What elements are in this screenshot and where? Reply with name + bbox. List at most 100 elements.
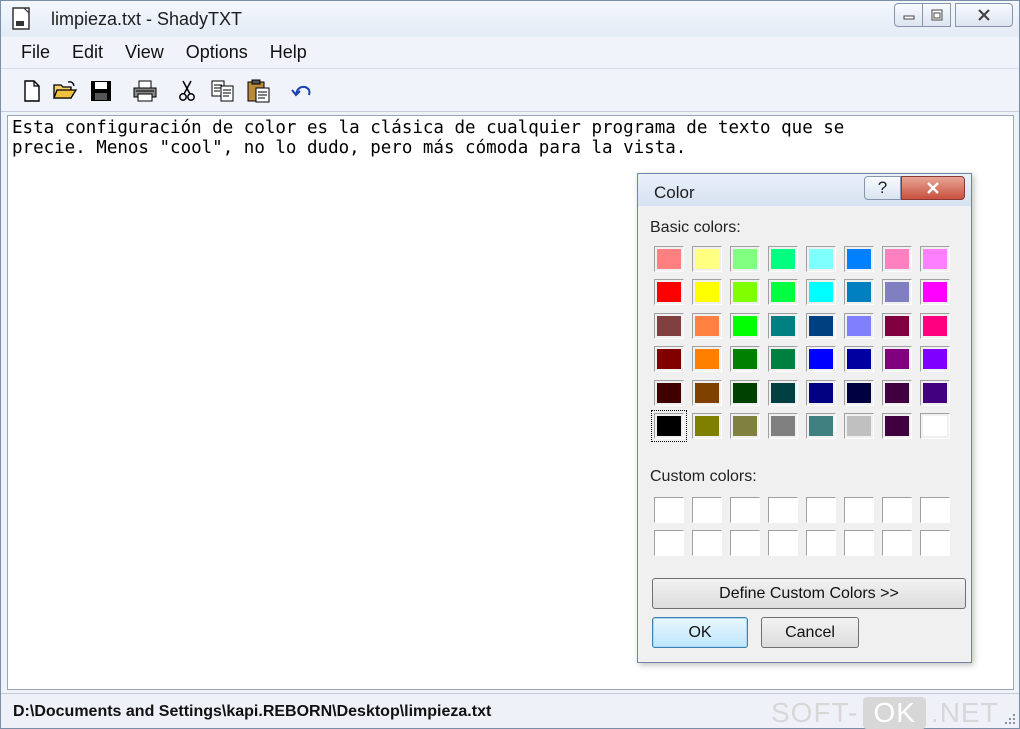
basic-color-swatch[interactable] <box>654 246 684 272</box>
custom-color-slot[interactable] <box>806 530 836 556</box>
undo-button[interactable] <box>290 79 314 103</box>
basic-color-swatch[interactable] <box>768 346 798 372</box>
cut-button[interactable] <box>175 79 199 103</box>
custom-color-slot[interactable] <box>806 497 836 523</box>
copy-button[interactable] <box>211 79 235 103</box>
custom-color-slot[interactable] <box>882 530 912 556</box>
basic-color-swatch[interactable] <box>730 346 760 372</box>
basic-color-swatch[interactable] <box>692 313 722 339</box>
basic-color-swatch[interactable] <box>654 346 684 372</box>
menu-view[interactable]: View <box>114 42 175 63</box>
editor-content[interactable]: Esta configuración de color es la clásic… <box>12 118 992 158</box>
basic-color-swatch[interactable] <box>844 246 874 272</box>
custom-color-slot[interactable] <box>692 530 722 556</box>
toolbar <box>1 70 1019 112</box>
basic-color-swatch[interactable] <box>920 279 950 305</box>
basic-color-swatch[interactable] <box>768 413 798 439</box>
cancel-button[interactable]: Cancel <box>761 617 859 648</box>
basic-color-swatch[interactable] <box>882 413 912 439</box>
new-file-icon <box>24 80 40 102</box>
menu-file[interactable]: File <box>10 42 61 63</box>
menu-help[interactable]: Help <box>259 42 318 63</box>
file-path: D:\Documents and Settings\kapi.REBORN\De… <box>13 703 492 720</box>
basic-color-swatch[interactable] <box>768 246 798 272</box>
basic-color-swatch[interactable] <box>768 313 798 339</box>
basic-color-swatch[interactable] <box>844 313 874 339</box>
custom-color-slot[interactable] <box>654 497 684 523</box>
basic-color-swatch[interactable] <box>806 246 836 272</box>
dialog-close-button[interactable] <box>901 176 965 200</box>
basic-color-swatch[interactable] <box>654 313 684 339</box>
basic-color-swatch[interactable] <box>920 346 950 372</box>
basic-color-swatch[interactable] <box>882 246 912 272</box>
custom-color-slot[interactable] <box>844 530 874 556</box>
basic-color-swatch[interactable] <box>730 380 760 406</box>
basic-color-swatch[interactable] <box>730 246 760 272</box>
basic-color-swatch[interactable] <box>730 313 760 339</box>
basic-color-swatch[interactable] <box>768 279 798 305</box>
color-dialog-titlebar[interactable]: Color ? <box>638 174 971 206</box>
custom-color-slot[interactable] <box>882 497 912 523</box>
basic-color-swatch[interactable] <box>844 380 874 406</box>
basic-color-swatch[interactable] <box>768 380 798 406</box>
basic-color-swatch[interactable] <box>692 246 722 272</box>
custom-color-slot[interactable] <box>768 530 798 556</box>
basic-color-swatch[interactable] <box>806 346 836 372</box>
open-button[interactable] <box>53 79 77 103</box>
custom-color-slot[interactable] <box>844 497 874 523</box>
define-custom-colors-button[interactable]: Define Custom Colors >> <box>652 578 966 609</box>
custom-color-slot[interactable] <box>920 497 950 523</box>
save-button[interactable] <box>89 79 113 103</box>
basic-color-swatch[interactable] <box>882 346 912 372</box>
paste-button[interactable] <box>247 79 271 103</box>
basic-color-swatch[interactable] <box>692 346 722 372</box>
basic-color-swatch[interactable] <box>806 413 836 439</box>
copy-icon <box>211 80 234 102</box>
notepad-app-icon <box>12 7 32 31</box>
custom-color-slot[interactable] <box>920 530 950 556</box>
basic-color-swatch[interactable] <box>882 313 912 339</box>
basic-color-swatch[interactable] <box>654 279 684 305</box>
basic-color-swatch[interactable] <box>692 413 722 439</box>
minimize-button[interactable] <box>894 3 923 27</box>
basic-color-swatch[interactable] <box>882 380 912 406</box>
custom-color-slot[interactable] <box>692 497 722 523</box>
undo-icon <box>291 85 311 97</box>
watermark-right: .NET <box>930 697 999 728</box>
basic-color-swatch[interactable] <box>844 413 874 439</box>
basic-color-swatch[interactable] <box>730 279 760 305</box>
close-button[interactable] <box>955 3 1013 27</box>
basic-color-swatch[interactable] <box>844 346 874 372</box>
basic-color-swatch[interactable] <box>920 246 950 272</box>
custom-colors-label: Custom colors: <box>650 468 757 485</box>
paste-icon <box>247 79 270 103</box>
basic-color-swatch[interactable] <box>806 380 836 406</box>
basic-color-swatch[interactable] <box>654 380 684 406</box>
basic-color-swatch[interactable] <box>730 413 760 439</box>
basic-color-swatch[interactable] <box>920 413 950 439</box>
help-button[interactable]: ? <box>864 176 901 200</box>
print-icon <box>133 80 157 102</box>
custom-color-slot[interactable] <box>730 497 760 523</box>
print-button[interactable] <box>133 79 157 103</box>
status-bar: D:\Documents and Settings\kapi.REBORN\De… <box>1 693 1019 729</box>
basic-color-swatch[interactable] <box>692 380 722 406</box>
basic-color-swatch[interactable] <box>806 313 836 339</box>
basic-color-swatch[interactable] <box>692 279 722 305</box>
basic-color-swatch[interactable] <box>920 313 950 339</box>
ok-button[interactable]: OK <box>652 617 748 648</box>
custom-color-slot[interactable] <box>730 530 760 556</box>
basic-color-swatch[interactable] <box>651 410 687 442</box>
resize-grip-icon[interactable] <box>1002 711 1016 725</box>
custom-color-slot[interactable] <box>654 530 684 556</box>
basic-color-swatch[interactable] <box>844 279 874 305</box>
menu-options[interactable]: Options <box>175 42 259 63</box>
basic-color-swatch[interactable] <box>920 380 950 406</box>
basic-color-swatch[interactable] <box>882 279 912 305</box>
custom-color-slot[interactable] <box>768 497 798 523</box>
basic-color-swatch[interactable] <box>806 279 836 305</box>
menu-edit[interactable]: Edit <box>61 42 114 63</box>
new-file-button[interactable] <box>20 79 44 103</box>
restore-button[interactable] <box>923 3 951 27</box>
close-icon <box>978 9 990 21</box>
